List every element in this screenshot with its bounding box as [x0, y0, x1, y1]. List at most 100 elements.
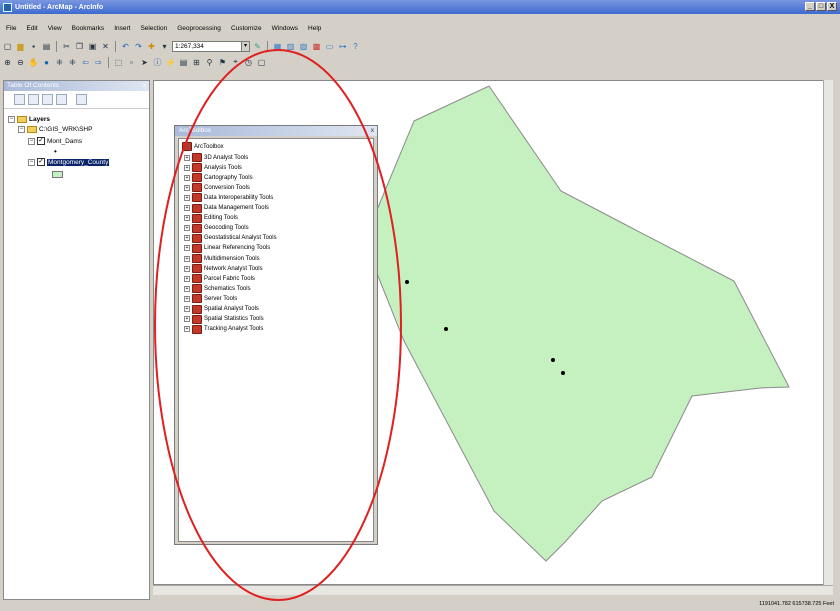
minimize-button[interactable]: _ [805, 2, 815, 11]
map-vertical-scrollbar[interactable] [823, 80, 833, 585]
toolbox-item[interactable]: + Spatial Statistics Tools [184, 314, 264, 324]
toolbox-item[interactable]: + Analysis Tools [184, 163, 242, 173]
map-scale-combo[interactable]: 1:267,334 ▾ [172, 40, 250, 52]
add-data-dropdown-icon[interactable]: ▾ [159, 41, 170, 52]
layer-visibility-checkbox[interactable]: ✓ [37, 158, 45, 166]
menu-geoprocessing[interactable]: Geoprocessing [177, 25, 221, 32]
print-icon[interactable]: ▤ [41, 41, 52, 52]
zoom-in-icon[interactable]: ⊕ [2, 57, 13, 68]
list-by-selection-icon[interactable] [56, 94, 67, 105]
forward-extent-icon[interactable]: ⇨ [93, 57, 104, 68]
search-window-icon[interactable]: ▧ [298, 41, 309, 52]
toc-close-icon[interactable]: x [143, 81, 146, 91]
go-to-xy-icon[interactable]: ⌖ [230, 57, 241, 68]
list-by-drawing-order-icon[interactable] [14, 94, 25, 105]
time-slider-icon[interactable]: ◷ [243, 57, 254, 68]
arctoolbox-icon[interactable]: ▩ [311, 41, 322, 52]
toolbox-item[interactable]: + Parcel Fabric Tools [184, 274, 255, 284]
expand-icon[interactable]: + [184, 184, 190, 191]
expand-icon[interactable]: + [184, 174, 190, 181]
find-icon[interactable]: ⚲ [204, 57, 215, 68]
find-route-icon[interactable]: ⚑ [217, 57, 228, 68]
collapse-icon[interactable]: − [8, 115, 15, 123]
html-popup-icon[interactable]: ▤ [178, 57, 189, 68]
layer-visibility-checkbox[interactable]: ✓ [37, 137, 45, 145]
hyperlink-icon[interactable]: ⚡ [165, 57, 176, 68]
redo-icon[interactable]: ↷ [133, 41, 144, 52]
toolbox-item[interactable]: + Schematics Tools [184, 284, 251, 294]
expand-icon[interactable]: + [184, 255, 190, 262]
chevron-down-icon[interactable]: ▾ [241, 41, 249, 51]
delete-icon[interactable]: ✕ [100, 41, 111, 52]
toolbox-item[interactable]: + Server Tools [184, 294, 237, 304]
menu-help[interactable]: Help [308, 25, 321, 32]
zoom-out-icon[interactable]: ⊖ [15, 57, 26, 68]
select-elements-icon[interactable]: ➤ [139, 57, 150, 68]
undo-icon[interactable]: ↶ [120, 41, 131, 52]
toc-options-icon[interactable] [76, 94, 87, 105]
toolbox-item[interactable]: + Network Analyst Tools [184, 264, 263, 274]
expand-icon[interactable]: + [184, 164, 190, 171]
tree-layers[interactable]: − Layers [8, 114, 50, 124]
menu-edit[interactable]: Edit [26, 25, 37, 32]
expand-icon[interactable]: + [184, 265, 190, 272]
dam-point[interactable] [561, 371, 565, 375]
maximize-button[interactable]: □ [816, 2, 826, 11]
expand-icon[interactable]: + [184, 295, 190, 302]
back-extent-icon[interactable]: ⇦ [80, 57, 91, 68]
list-by-source-icon[interactable] [28, 94, 39, 105]
expand-icon[interactable]: + [184, 194, 190, 201]
toolbox-item[interactable]: + Tracking Analyst Tools [184, 324, 263, 334]
fixed-zoom-out-icon[interactable]: ⁜ [67, 57, 78, 68]
expand-icon[interactable]: + [184, 306, 190, 312]
collapse-icon[interactable]: − [18, 125, 25, 133]
whats-this-icon[interactable]: ? [350, 41, 361, 52]
dam-point[interactable] [444, 327, 448, 331]
toolbox-item[interactable]: + Conversion Tools [184, 183, 250, 193]
arctoolbox-title-bar[interactable]: ArcToolbox x [175, 126, 377, 136]
expand-icon[interactable]: + [184, 285, 190, 292]
expand-icon[interactable]: + [184, 205, 190, 211]
expand-icon[interactable]: + [184, 235, 190, 242]
toolbox-item[interactable]: + Geostatistical Analyst Tools [184, 233, 277, 243]
toolbox-item[interactable]: + Spatial Analyst Tools [184, 304, 259, 314]
toolbox-item[interactable]: + Geocoding Tools [184, 223, 249, 233]
tree-layer-montgomery-county[interactable]: − ✓ Montgomery_County [28, 157, 110, 167]
expand-icon[interactable]: + [184, 326, 190, 333]
arctoolbox-root[interactable]: ArcToolbox [182, 142, 224, 151]
select-features-icon[interactable]: ⬚ [113, 57, 124, 68]
paste-icon[interactable]: ▣ [87, 41, 98, 52]
collapse-icon[interactable]: − [28, 158, 35, 166]
clear-selection-icon[interactable]: ▫ [126, 57, 137, 68]
expand-icon[interactable]: + [184, 275, 190, 282]
toolbox-item[interactable]: + Data Interoperability Tools [184, 193, 273, 203]
toolbox-item[interactable]: + Cartography Tools [184, 173, 253, 183]
menu-windows[interactable]: Windows [272, 25, 298, 32]
menu-insert[interactable]: Insert [114, 25, 130, 32]
menu-customize[interactable]: Customize [231, 25, 262, 32]
catalog-icon[interactable]: ▥ [285, 41, 296, 52]
montgomery-county-polygon[interactable] [363, 85, 790, 562]
toolbox-item[interactable]: + Multidimension Tools [184, 254, 260, 263]
pan-icon[interactable]: ✋ [28, 57, 39, 68]
close-button[interactable]: X [827, 2, 837, 11]
menu-view[interactable]: View [48, 25, 62, 32]
expand-icon[interactable]: + [184, 215, 190, 222]
python-window-icon[interactable]: ▭ [324, 41, 335, 52]
editor-toolbar-icon[interactable]: ✎ [252, 41, 263, 52]
table-of-contents-icon[interactable]: ▦ [272, 41, 283, 52]
expand-icon[interactable]: + [184, 154, 190, 161]
identify-icon[interactable]: ⓘ [152, 57, 163, 68]
model-builder-icon[interactable]: ⊶ [337, 41, 348, 52]
copy-icon[interactable]: ❐ [74, 41, 85, 52]
menu-selection[interactable]: Selection [140, 25, 167, 32]
toolbox-item[interactable]: + Data Management Tools [184, 203, 269, 213]
save-icon[interactable]: ▪ [28, 41, 39, 52]
menu-bookmarks[interactable]: Bookmarks [72, 25, 105, 32]
expand-icon[interactable]: + [184, 316, 190, 323]
toolbox-item[interactable]: + Editing Tools [184, 213, 238, 223]
tree-folder[interactable]: − C:\GIS_WRK\SHP [18, 124, 92, 134]
toolbox-item[interactable]: + Linear Referencing Tools [184, 243, 270, 253]
collapse-icon[interactable]: − [28, 137, 35, 145]
expand-icon[interactable]: + [184, 245, 190, 252]
